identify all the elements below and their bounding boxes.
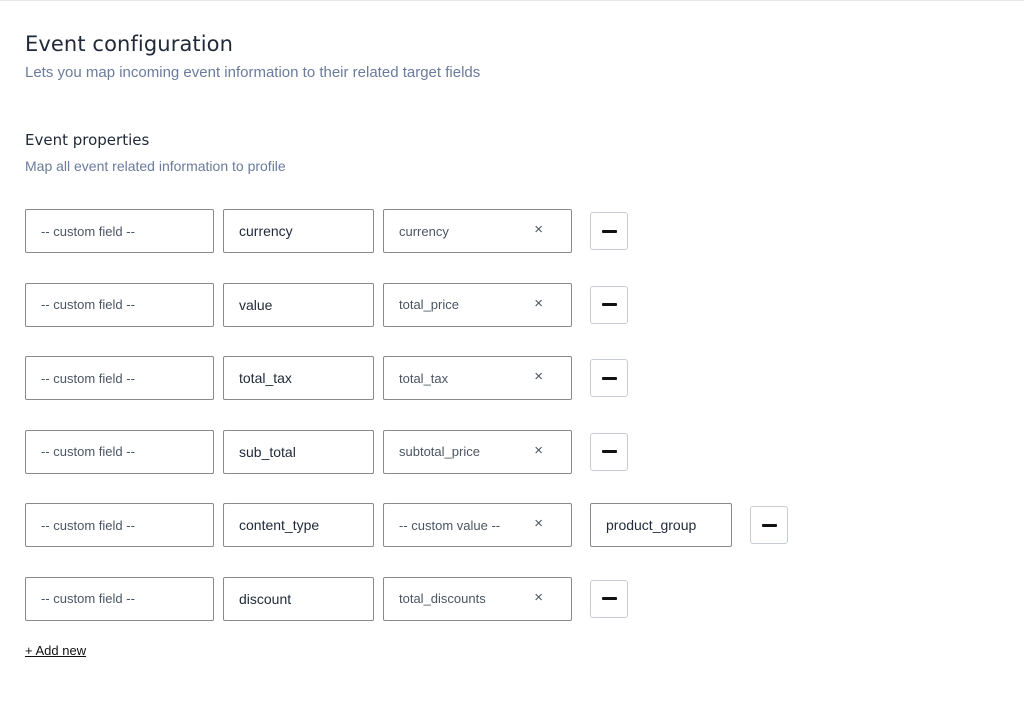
page-title: Event configuration (25, 32, 234, 56)
clear-icon[interactable]: × (534, 588, 543, 608)
target-field-select[interactable]: currency × (383, 209, 572, 253)
minus-icon (601, 229, 617, 233)
event-key-input[interactable]: value (223, 282, 374, 327)
event-key-input[interactable]: sub_total (223, 429, 374, 474)
section-title: Event properties (25, 131, 150, 149)
clear-icon[interactable]: × (534, 441, 543, 461)
remove-row-button[interactable] (590, 579, 628, 618)
target-field-select[interactable]: total_price × (383, 282, 572, 327)
target-field-value: total_tax (399, 370, 449, 386)
clear-icon[interactable]: × (534, 514, 543, 534)
source-field-select[interactable]: -- custom field -- (25, 282, 214, 327)
event-key-input[interactable]: discount (223, 576, 374, 621)
section-subtitle: Map all event related information to pro… (25, 158, 286, 174)
event-configuration-page: Event configuration Lets you map incomin… (0, 0, 1024, 707)
source-field-select[interactable]: -- custom field -- (25, 209, 214, 253)
target-field-value: total_price (399, 297, 459, 313)
remove-row-button[interactable] (590, 212, 628, 250)
event-key-input[interactable]: content_type (223, 503, 374, 548)
minus-icon (601, 303, 617, 307)
remove-row-button[interactable] (590, 432, 628, 471)
remove-row-button[interactable] (750, 506, 788, 545)
clear-icon[interactable]: × (534, 220, 543, 240)
minus-icon (601, 597, 617, 601)
custom-value-input[interactable]: product_group (590, 503, 732, 548)
event-key-input[interactable]: currency (223, 209, 374, 253)
source-field-select[interactable]: -- custom field -- (25, 503, 214, 548)
minus-icon (601, 376, 617, 380)
minus-icon (761, 523, 777, 527)
page-subtitle: Lets you map incoming event information … (25, 64, 481, 81)
target-field-value: subtotal_price (399, 444, 480, 460)
source-field-select[interactable]: -- custom field -- (25, 576, 214, 621)
target-field-value: -- custom value -- (399, 517, 501, 533)
target-field-value: total_discounts (399, 591, 486, 607)
minus-icon (601, 450, 617, 454)
add-new-link[interactable]: + Add new (25, 643, 86, 658)
source-field-select[interactable]: -- custom field -- (25, 429, 214, 474)
clear-icon[interactable]: × (534, 367, 543, 387)
remove-row-button[interactable] (590, 359, 628, 398)
clear-icon[interactable]: × (534, 294, 543, 314)
target-field-select[interactable]: total_discounts × (383, 576, 572, 621)
target-field-value: currency (399, 223, 449, 239)
target-field-select[interactable]: -- custom value -- × (383, 503, 572, 548)
source-field-select[interactable]: -- custom field -- (25, 356, 214, 401)
target-field-select[interactable]: subtotal_price × (383, 429, 572, 474)
remove-row-button[interactable] (590, 285, 628, 324)
event-key-input[interactable]: total_tax (223, 356, 374, 401)
target-field-select[interactable]: total_tax × (383, 356, 572, 401)
